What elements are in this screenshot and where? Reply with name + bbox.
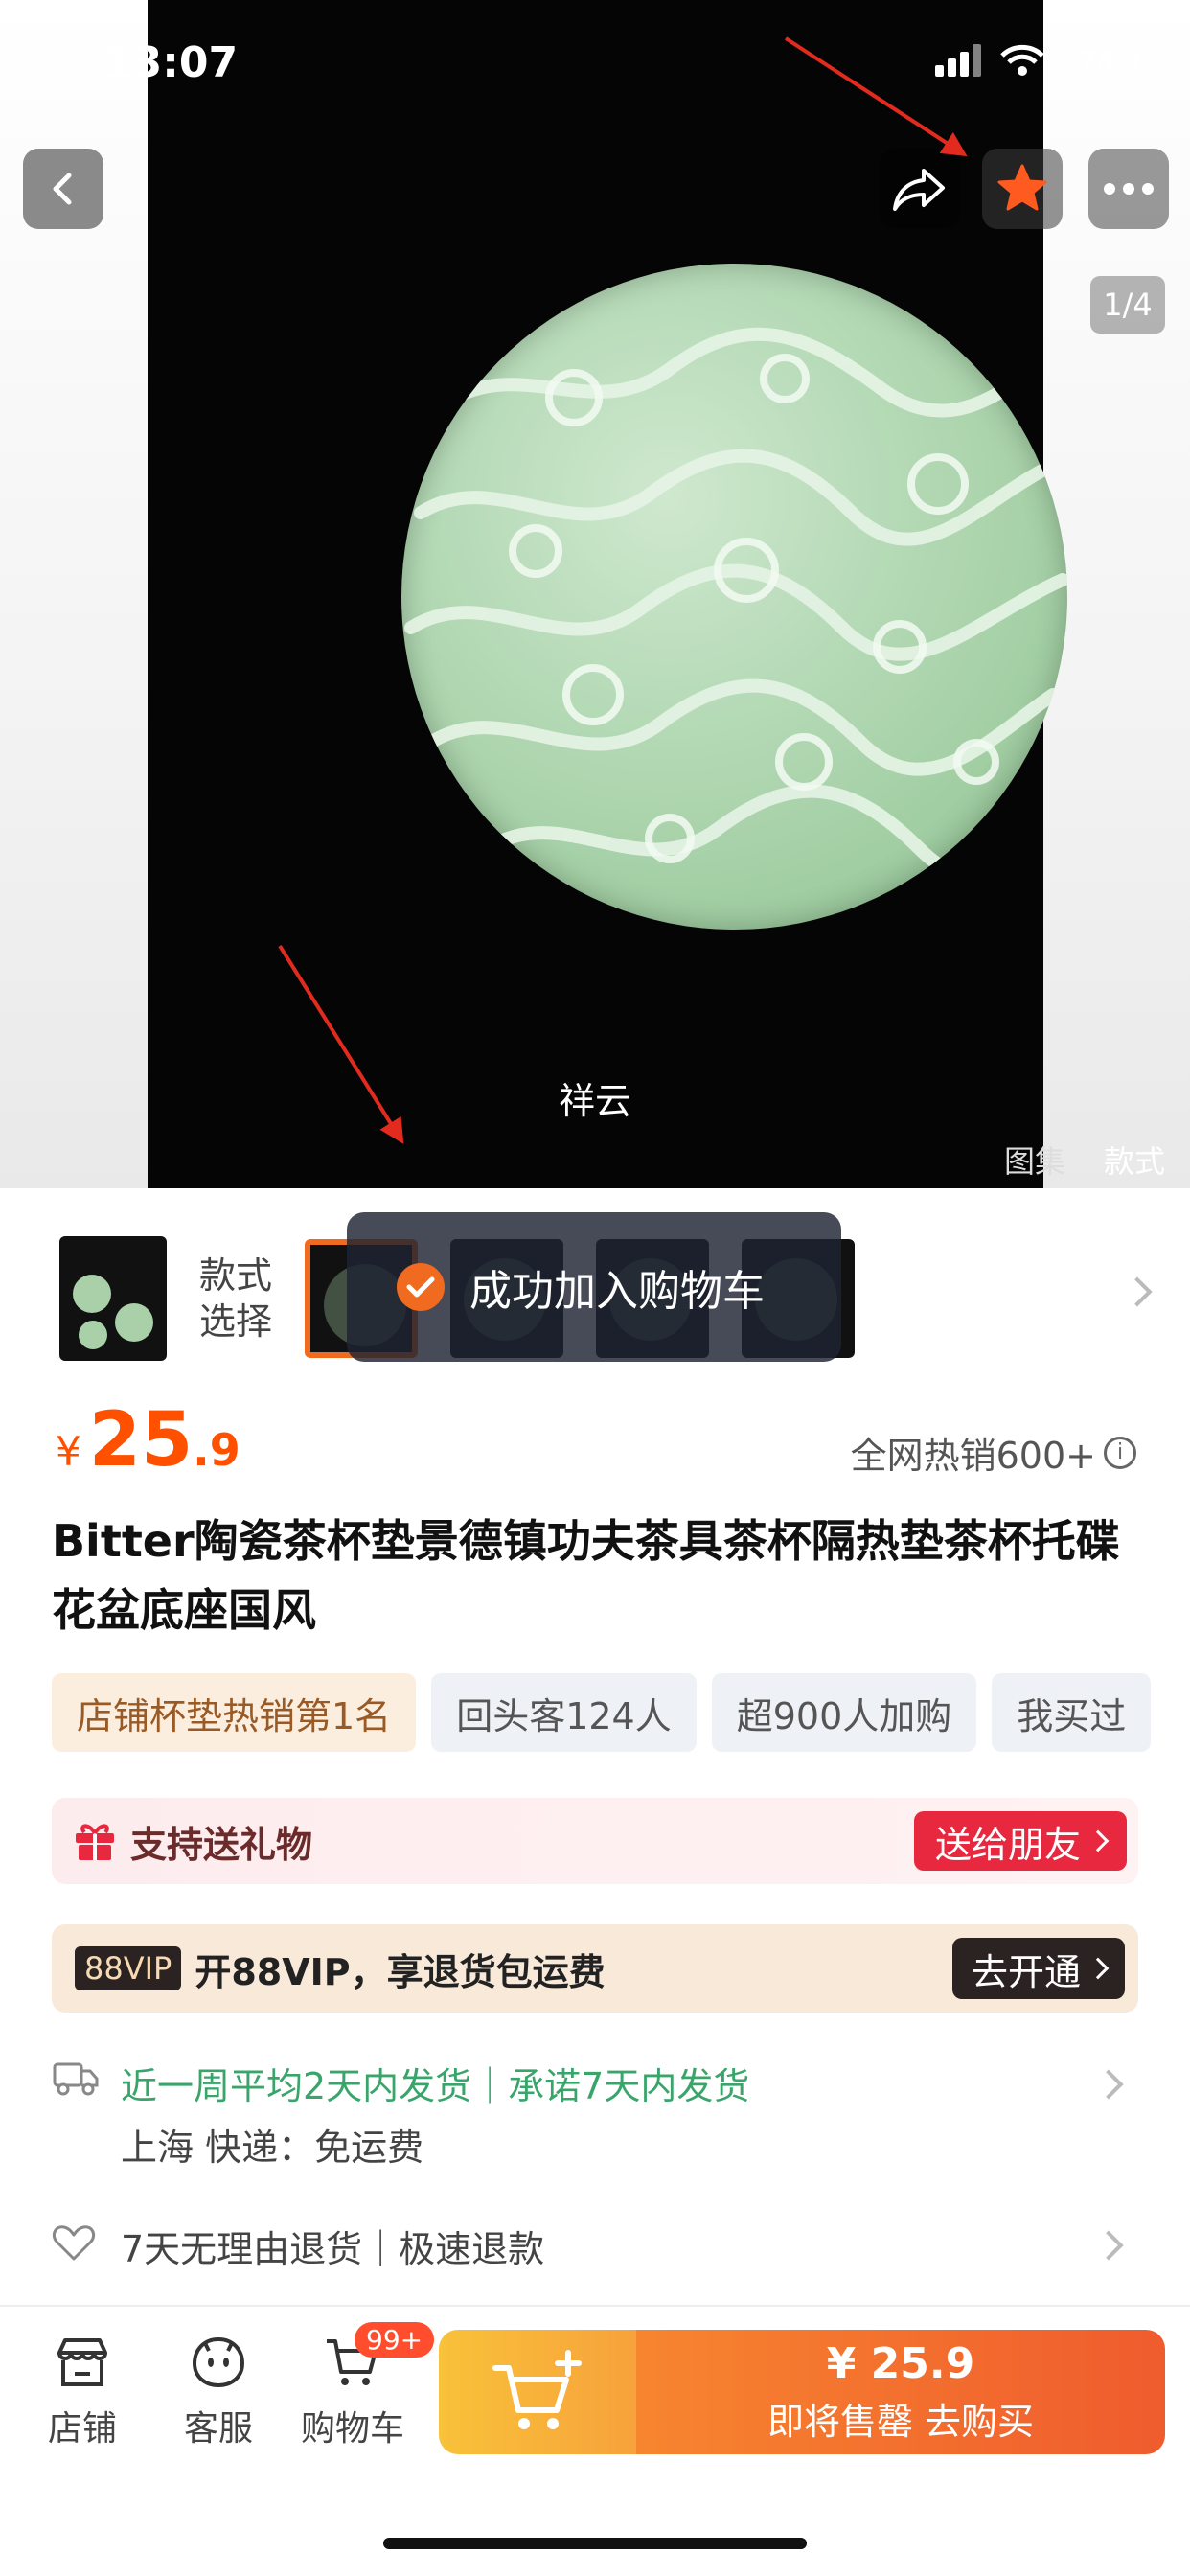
customer-service-button[interactable]: 客服: [161, 2335, 276, 2450]
chevron-right-icon[interactable]: [1122, 1276, 1153, 1307]
info-icon[interactable]: i: [1104, 1436, 1136, 1469]
more-button[interactable]: [1088, 149, 1169, 229]
cart-button[interactable]: 99+ 购物车: [295, 2322, 435, 2450]
check-icon: [397, 1263, 445, 1311]
add-to-cart-button[interactable]: [439, 2330, 636, 2454]
more-dots-icon: [1104, 183, 1154, 195]
share-button[interactable]: [880, 149, 960, 229]
gift-text: 支持送礼物: [130, 1823, 313, 1866]
tag-added-to-cart[interactable]: 超900人加购: [711, 1673, 977, 1752]
image-counter: 1/4: [1090, 276, 1165, 334]
battery-indicator: 74: [1062, 42, 1139, 79]
tab-style[interactable]: 款式: [1104, 1138, 1165, 1182]
chevron-right-icon: [1093, 2230, 1124, 2261]
gallery-tabs: 图集 款式: [1004, 1138, 1165, 1182]
tag-bought[interactable]: 我买过: [992, 1673, 1152, 1752]
price-decimal: .9: [193, 1424, 240, 1476]
service-face-icon: [192, 2336, 245, 2388]
store-button[interactable]: 店铺: [25, 2335, 140, 2450]
truck-icon: [53, 2062, 99, 2096]
add-cart-icon: [492, 2350, 582, 2429]
star-icon: [997, 164, 1047, 211]
sales-text: 全网热销600+: [850, 1435, 1096, 1477]
vip-text: 开88VIP，享退货包运费: [195, 1950, 606, 1993]
purchase-actions: ¥ 25.9 即将售罄 去购买: [439, 2330, 1165, 2454]
vip-banner[interactable]: 88VIP 开88VIP，享退货包运费 去开通: [52, 1924, 1138, 2012]
store-label: 店铺: [47, 2409, 117, 2449]
tab-gallery[interactable]: 图集: [1004, 1138, 1065, 1182]
send-to-friend-button[interactable]: 送给朋友: [913, 1811, 1127, 1871]
shipping-info[interactable]: 近一周平均2天内发货｜承诺7天内发货 上海 快递：免运费: [52, 2047, 1138, 2191]
wifi-icon: [1000, 44, 1044, 76]
vip-badge: 88VIP: [75, 1946, 182, 1990]
style-caption: 祥云: [558, 1080, 631, 1122]
cart-count-badge: 99+: [355, 2322, 435, 2358]
jade-coaster-image: [401, 264, 1067, 930]
return-text: 7天无理由退货｜极速退款: [121, 2228, 545, 2270]
cart-label: 购物车: [300, 2409, 404, 2449]
sales-count[interactable]: 全网热销600+ i: [851, 1426, 1136, 1479]
share-icon: [893, 169, 945, 211]
activate-vip-label: 去开通: [971, 1950, 1081, 1993]
store-icon: [57, 2338, 107, 2386]
return-policy[interactable]: 7天无理由退货｜极速退款: [52, 2216, 1138, 2273]
back-button[interactable]: [23, 149, 103, 229]
shipping-promise: 近一周平均2天内发货｜承诺7天内发货: [121, 2065, 750, 2107]
favorite-button[interactable]: [982, 149, 1063, 229]
buy-now-price: ¥ 25.9: [826, 2339, 975, 2388]
heart-icon: [52, 2225, 96, 2261]
home-indicator: [383, 2538, 807, 2549]
chevron-right-icon: [1087, 1957, 1110, 1980]
chevron-left-icon: [53, 172, 72, 205]
price-currency: ¥: [56, 1428, 81, 1475]
send-to-friend-label: 送给朋友: [934, 1823, 1081, 1866]
price-integer: 25: [88, 1397, 194, 1484]
style-selector-label: 款式选择: [199, 1254, 273, 1343]
status-time: 13:07: [103, 38, 239, 87]
price: ¥ 25 .9: [56, 1397, 240, 1484]
gift-banner[interactable]: 支持送礼物 送给朋友: [52, 1798, 1138, 1884]
gift-icon: [76, 1824, 114, 1860]
buy-now-button[interactable]: ¥ 25.9 即将售罄 去购买: [636, 2330, 1165, 2454]
product-tags: 店铺杯垫热销第1名 回头客124人 超900人加购 我买过: [52, 1673, 1152, 1752]
status-icons: 74: [935, 42, 1139, 79]
chevron-right-icon: [1087, 1829, 1110, 1852]
tag-rank[interactable]: 店铺杯垫热销第1名: [52, 1673, 417, 1752]
bottom-action-bar: 店铺 客服 99+ 购物车 ¥ 25.9 即将售罄 去购买: [0, 2305, 1190, 2576]
activate-vip-button[interactable]: 去开通: [951, 1938, 1125, 1999]
buy-now-label: 即将售罄 去购买: [767, 2401, 1035, 2443]
tag-repeat-buyers[interactable]: 回头客124人: [431, 1673, 697, 1752]
toast-message: 成功加入购物车: [469, 1267, 765, 1316]
service-label: 客服: [183, 2409, 253, 2449]
added-to-cart-toast: 成功加入购物车: [347, 1212, 841, 1362]
shipping-origin-fee: 上海 快递：免运费: [121, 2127, 424, 2169]
signal-icon: [935, 44, 981, 77]
style-overview-thumbnail[interactable]: [59, 1236, 167, 1361]
product-title: Bitter陶瓷茶杯垫景德镇功夫茶具茶杯隔热垫茶杯托碟花盆底座国风: [52, 1515, 1120, 1636]
chevron-right-icon: [1093, 2069, 1124, 2100]
